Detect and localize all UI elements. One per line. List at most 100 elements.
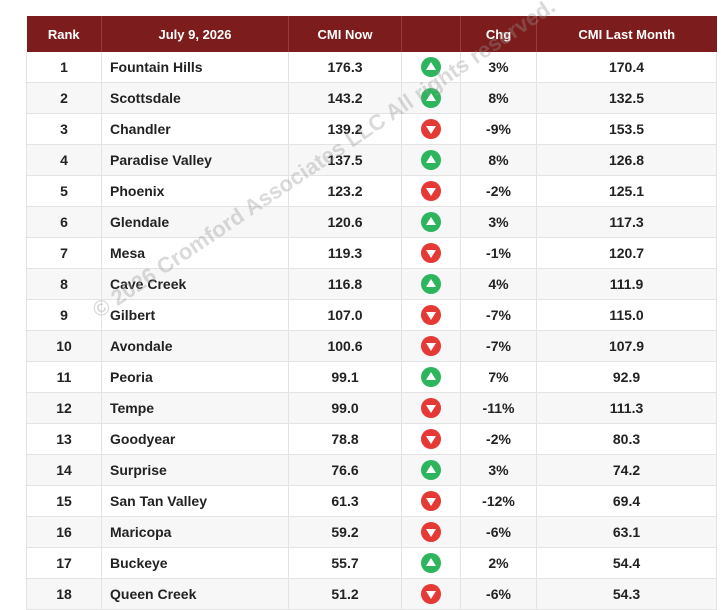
cmi-now-cell: 59.2 (288, 516, 402, 548)
city-cell: Chandler (101, 113, 289, 145)
arrow-up-icon (421, 150, 441, 170)
city-cell: Avondale (101, 330, 289, 362)
cmi-now-cell: 143.2 (288, 82, 402, 114)
header-cmi-now[interactable]: CMI Now (288, 16, 402, 52)
cmi-now-cell: 137.5 (288, 144, 402, 176)
arrow-down-icon (421, 119, 441, 139)
arrow-up-icon (421, 460, 441, 480)
rank-cell: 7 (26, 237, 102, 269)
city-cell: Glendale (101, 206, 289, 238)
table-row: 11 Peoria 99.1 7% 92.9 (26, 361, 717, 393)
cmi-last-month-cell: 111.9 (536, 268, 717, 300)
trend-cell (401, 144, 461, 176)
rank-cell: 12 (26, 392, 102, 424)
trend-cell (401, 516, 461, 548)
cmi-now-cell: 123.2 (288, 175, 402, 207)
city-cell: Cave Creek (101, 268, 289, 300)
chg-cell: -12% (460, 485, 537, 517)
chg-cell: 3% (460, 454, 537, 486)
cmi-last-month-cell: 54.4 (536, 547, 717, 579)
trend-cell (401, 206, 461, 238)
rank-cell: 13 (26, 423, 102, 455)
chg-cell: 8% (460, 82, 537, 114)
arrow-down-icon (421, 243, 441, 263)
trend-cell (401, 454, 461, 486)
cmi-last-month-cell: 153.5 (536, 113, 717, 145)
rank-cell: 16 (26, 516, 102, 548)
table-row: 18 Queen Creek 51.2 -6% 54.3 (26, 578, 717, 610)
arrow-up-icon (421, 88, 441, 108)
cmi-now-cell: 107.0 (288, 299, 402, 331)
chg-cell: -7% (460, 330, 537, 362)
chg-cell: -9% (460, 113, 537, 145)
arrow-down-icon (421, 491, 441, 511)
trend-cell (401, 423, 461, 455)
table-header-row: Rank July 9, 2026 CMI Now Chg CMI Last M… (26, 16, 717, 52)
cmi-now-cell: 99.1 (288, 361, 402, 393)
header-trend (401, 16, 461, 52)
city-cell: Scottsdale (101, 82, 289, 114)
city-cell: Fountain Hills (101, 52, 289, 83)
cmi-table-container: Rank July 9, 2026 CMI Now Chg CMI Last M… (26, 16, 717, 610)
table-row: 2 Scottsdale 143.2 8% 132.5 (26, 82, 717, 114)
cmi-last-month-cell: 92.9 (536, 361, 717, 393)
chg-cell: -11% (460, 392, 537, 424)
cmi-last-month-cell: 69.4 (536, 485, 717, 517)
rank-cell: 2 (26, 82, 102, 114)
trend-cell (401, 175, 461, 207)
table-row: 17 Buckeye 55.7 2% 54.4 (26, 547, 717, 579)
cmi-now-cell: 100.6 (288, 330, 402, 362)
cmi-last-month-cell: 54.3 (536, 578, 717, 610)
table-row: 9 Gilbert 107.0 -7% 115.0 (26, 299, 717, 331)
arrow-up-icon (421, 212, 441, 232)
table-row: 8 Cave Creek 116.8 4% 111.9 (26, 268, 717, 300)
chg-cell: 4% (460, 268, 537, 300)
cmi-now-cell: 119.3 (288, 237, 402, 269)
cmi-last-month-cell: 125.1 (536, 175, 717, 207)
table-row: 10 Avondale 100.6 -7% 107.9 (26, 330, 717, 362)
rank-cell: 14 (26, 454, 102, 486)
trend-cell (401, 392, 461, 424)
rank-cell: 18 (26, 578, 102, 610)
table-row: 7 Mesa 119.3 -1% 120.7 (26, 237, 717, 269)
header-chg[interactable]: Chg (460, 16, 537, 52)
chg-cell: -7% (460, 299, 537, 331)
rank-cell: 15 (26, 485, 102, 517)
rank-cell: 6 (26, 206, 102, 238)
chg-cell: 8% (460, 144, 537, 176)
city-cell: Paradise Valley (101, 144, 289, 176)
trend-cell (401, 268, 461, 300)
rank-cell: 1 (26, 52, 102, 83)
trend-cell (401, 485, 461, 517)
chg-cell: 2% (460, 547, 537, 579)
chg-cell: -2% (460, 175, 537, 207)
header-rank[interactable]: Rank (26, 16, 102, 52)
table-row: 15 San Tan Valley 61.3 -12% 69.4 (26, 485, 717, 517)
table-row: 14 Surprise 76.6 3% 74.2 (26, 454, 717, 486)
arrow-up-icon (421, 274, 441, 294)
rank-cell: 9 (26, 299, 102, 331)
cmi-last-month-cell: 117.3 (536, 206, 717, 238)
trend-cell (401, 361, 461, 393)
trend-cell (401, 82, 461, 114)
city-cell: Mesa (101, 237, 289, 269)
chg-cell: 3% (460, 52, 537, 83)
header-cmi-last-month[interactable]: CMI Last Month (536, 16, 717, 52)
arrow-up-icon (421, 367, 441, 387)
trend-cell (401, 330, 461, 362)
cmi-last-month-cell: 107.9 (536, 330, 717, 362)
cmi-last-month-cell: 74.2 (536, 454, 717, 486)
cmi-now-cell: 116.8 (288, 268, 402, 300)
cmi-last-month-cell: 115.0 (536, 299, 717, 331)
rank-cell: 11 (26, 361, 102, 393)
trend-cell (401, 299, 461, 331)
city-cell: Phoenix (101, 175, 289, 207)
arrow-down-icon (421, 305, 441, 325)
header-date[interactable]: July 9, 2026 (101, 16, 289, 52)
cmi-last-month-cell: 111.3 (536, 392, 717, 424)
cmi-now-cell: 51.2 (288, 578, 402, 610)
chg-cell: -2% (460, 423, 537, 455)
city-cell: Tempe (101, 392, 289, 424)
chg-cell: 3% (460, 206, 537, 238)
rank-cell: 4 (26, 144, 102, 176)
